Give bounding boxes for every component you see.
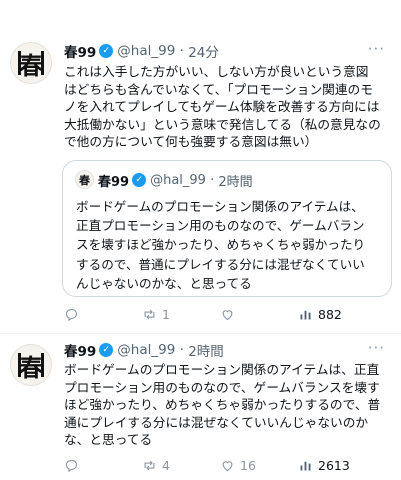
tweet-1[interactable]: 春 春99 ✓ @hal_99 · 24分 ··· これは入手した方がいい、しな… (0, 0, 401, 332)
avatar[interactable]: 春 (10, 344, 52, 386)
timestamp[interactable]: 24分 (188, 41, 219, 61)
views-button[interactable]: 2613 (298, 455, 350, 475)
reply-button[interactable] (64, 455, 84, 475)
like-icon (222, 309, 233, 320)
tweet-text-line: はどちらも含んでいなくて、「プロモーション関連のモ (64, 81, 373, 97)
tweet-text-line: プロモーション用のものなので、ゲームバランスを壊す (64, 379, 380, 395)
views-button[interactable]: 882 (298, 304, 342, 324)
quoted-text-line: んじゃないのかな、と思ってる (76, 275, 252, 291)
action-bar: 1 882 (64, 304, 394, 324)
quoted-display-name: 春99 (98, 174, 130, 190)
views-icon (300, 310, 311, 319)
quoted-text: ボードゲームのプロモーション関係のアイテムは、 正直プロモーション用のものなので… (76, 197, 386, 293)
timestamp[interactable]: 2時間 (188, 340, 224, 360)
tweet-text-line: ほど強かったり、めちゃくちゃ弱かったりするので、普 (64, 397, 381, 413)
avatar-frame-left (18, 353, 21, 377)
separator-dot: · (205, 172, 219, 188)
tweet-text-line: 大抵働かない」という意味で発信してる（私の意見なの (64, 116, 381, 132)
more-options-icon[interactable]: ··· (368, 339, 385, 357)
retweet-button[interactable]: 4 (142, 455, 170, 475)
retweet-count: 4 (162, 457, 170, 473)
tweet-text-line: これは入手した方がいい、しない方が良いという意図 (64, 64, 369, 79)
retweet-icon (144, 460, 155, 470)
views-count: 2613 (318, 457, 350, 473)
display-name[interactable]: 春99 (64, 340, 96, 360)
tweet-text-line: ボードゲームのプロモーション関係のアイテムは、正直 (64, 362, 380, 377)
like-count: 16 (240, 457, 256, 473)
tweet-header: 春99 ✓ @hal_99 · 2時間 (64, 340, 224, 360)
views-count: 882 (318, 306, 342, 322)
tweet-text-line: 通にプレイする分には混ぜなくていいんじゃないのか (64, 414, 369, 430)
quoted-tweet[interactable]: 春 春99 ✓ @hal_99 · 2時間 ボードゲームのプロモーション関係のア… (62, 160, 392, 297)
reply-icon (65, 459, 78, 472)
reply-icon (65, 308, 78, 321)
avatar-frame-left (18, 51, 21, 75)
avatar-frame-right (41, 51, 44, 75)
tweet-text: ボードゲームのプロモーション関係のアイテムは、正直 プロモーション用のものなので… (64, 361, 390, 449)
quoted-header: 春99 ✓ @hal_99 · 2時間 (98, 170, 253, 190)
quoted-text-line: 正直プロモーション用のものなので、ゲームバラン (76, 218, 365, 234)
views-icon (300, 461, 311, 470)
quoted-handle: @hal_99 (150, 172, 206, 188)
quoted-text-line: スを壊すほど強かったり、めちゃくちゃ弱かったり (76, 237, 366, 253)
separator-dot: · (175, 43, 189, 59)
tweet-text: これは入手した方がいい、しない方が良いという意図 はどちらも含んでいなくて、「プ… (64, 63, 390, 151)
verified-badge-icon: ✓ (99, 343, 114, 357)
quoted-timestamp: 2時間 (218, 174, 253, 190)
avatar-frame-right (41, 353, 44, 377)
action-bar: 4 16 2613 (64, 455, 394, 475)
verified-badge-icon: ✓ (99, 44, 114, 58)
handle[interactable]: @hal_99 (117, 43, 175, 59)
reply-button[interactable] (64, 304, 84, 324)
handle[interactable]: @hal_99 (117, 342, 175, 358)
like-button[interactable]: 16 (220, 455, 256, 475)
avatar[interactable]: 春 (10, 42, 52, 84)
like-button[interactable] (220, 304, 240, 324)
retweet-button[interactable]: 1 (142, 304, 170, 324)
quoted-avatar: 春 (75, 170, 94, 189)
tweet-text-line: で他の方について何も強要する意図は無い） (64, 134, 318, 150)
avatar-glyph: 春 (19, 50, 43, 80)
more-options-icon[interactable]: ··· (368, 40, 385, 58)
display-name[interactable]: 春99 (64, 41, 96, 61)
retweet-count: 1 (162, 306, 170, 322)
avatar-glyph: 春 (19, 352, 43, 382)
like-icon (222, 460, 233, 471)
quoted-text-line: するので、普通にプレイする分には混ぜなくていい (76, 256, 365, 272)
tweet-header: 春99 ✓ @hal_99 · 24分 (64, 41, 219, 61)
quoted-text-line: ボードゲームのプロモーション関係のアイテムは、 (76, 199, 364, 214)
separator-dot: · (175, 342, 189, 358)
tweet-text-line: な、と思ってる (64, 432, 153, 448)
retweet-icon (144, 309, 155, 319)
verified-badge-icon: ✓ (132, 173, 147, 187)
tweet-text-line: ノを入れてプレイしてもゲーム体験を改善する方向には (64, 99, 380, 115)
tweet-2[interactable]: 春 春99 ✓ @hal_99 · 2時間 ··· ボードゲームのプロモーション… (0, 334, 401, 480)
